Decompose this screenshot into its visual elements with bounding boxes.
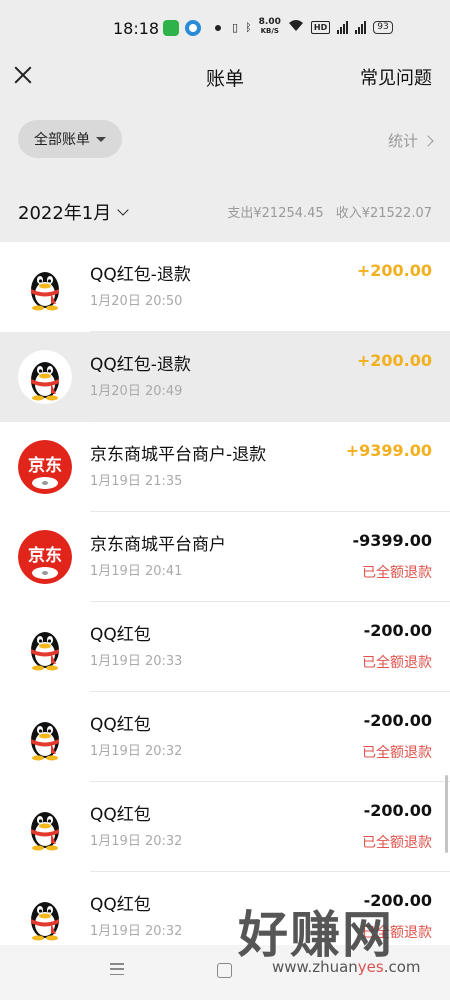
transaction-row[interactable]: QQ红包 1月19日 20:32 -200.00 已全额退款 <box>0 782 450 872</box>
bluetooth-icon: ᛒ <box>245 20 252 34</box>
transaction-title: QQ红包 <box>90 895 151 915</box>
statistics-label: 统计 <box>387 132 418 150</box>
transaction-time: 1月20日 20:49 <box>90 384 183 399</box>
status-bar: 18:18 ▯ ᛒ 8.00 KB/S HD 93 <box>0 0 450 58</box>
refund-status: 已全额退款 <box>362 835 432 851</box>
transaction-time: 1月19日 21:35 <box>90 474 183 489</box>
wifi-icon <box>288 19 304 35</box>
chevron-right-icon <box>422 134 434 147</box>
app-notification-icon <box>163 20 179 36</box>
svg-text:京东: 京东 <box>28 455 62 476</box>
transaction-time: 1月19日 20:32 <box>90 924 183 939</box>
faq-button[interactable]: 常见问题 <box>360 64 432 90</box>
qq-penguin-icon <box>18 620 72 674</box>
transaction-time: 1月19日 20:41 <box>90 564 183 579</box>
watermark-logo: 好赚网 <box>238 906 394 964</box>
transaction-time: 1月19日 20:32 <box>90 834 183 849</box>
transaction-time: 1月19日 20:32 <box>90 744 183 759</box>
svg-text:京东: 京东 <box>28 545 62 566</box>
transaction-title: QQ红包-退款 <box>90 265 191 285</box>
home-icon[interactable] <box>217 963 232 978</box>
statistics-link[interactable]: 统计 <box>387 130 434 151</box>
scrollbar[interactable] <box>445 775 448 853</box>
month-selector[interactable]: 2022年1月 <box>18 199 129 225</box>
transaction-row[interactable]: QQ红包 1月19日 20:33 -200.00 已全额退款 <box>0 602 450 692</box>
hd-badge: HD <box>310 20 331 34</box>
bill-filter-dropdown[interactable]: 全部账单 <box>18 120 122 158</box>
signal-icon-1 <box>337 20 349 34</box>
transaction-title: 京东商城平台商户-退款 <box>90 445 267 465</box>
qq-penguin-icon <box>18 260 72 314</box>
month-summary: 支出¥21254.45 收入¥21522.07 <box>227 202 432 221</box>
month-label: 2022年1月 <box>18 203 112 224</box>
transaction-amount: -9399.00 <box>352 531 432 550</box>
signal-icon-2 <box>355 20 367 34</box>
income-total: 收入¥21522.07 <box>335 206 432 221</box>
transaction-amount: +9399.00 <box>345 441 432 460</box>
transaction-amount: -200.00 <box>363 711 432 730</box>
bill-filter-label: 全部账单 <box>34 132 90 148</box>
transaction-amount: -200.00 <box>363 801 432 820</box>
expense-total: 支出¥21254.45 <box>227 206 324 221</box>
transaction-title: QQ红包 <box>90 805 151 825</box>
qq-penguin-icon <box>18 710 72 764</box>
transaction-amount: +200.00 <box>356 351 432 370</box>
transaction-title: QQ红包-退款 <box>90 355 191 375</box>
refund-status: 已全额退款 <box>362 655 432 671</box>
qq-penguin-icon <box>18 350 72 404</box>
month-header: 2022年1月 支出¥21254.45 收入¥21522.07 <box>0 180 450 242</box>
transaction-time: 1月19日 20:33 <box>90 654 183 669</box>
watermark: 好赚网 www.zhuanyes.com <box>238 895 450 985</box>
jd-logo-icon: 京东 <box>18 440 72 494</box>
refund-status: 已全额退款 <box>362 565 432 581</box>
qq-penguin-icon <box>18 800 72 854</box>
chevron-down-icon <box>117 204 129 216</box>
transaction-row[interactable]: 京东 京东商城平台商户-退款 1月19日 21:35 +9399.00 <box>0 422 450 512</box>
vibrate-icon: ▯ <box>232 20 239 34</box>
transaction-row[interactable]: QQ红包-退款 1月20日 20:49 +200.00 <box>0 332 450 422</box>
battery-icon: 93 <box>373 20 393 34</box>
qq-penguin-icon <box>18 890 72 944</box>
app-notification-icon-2 <box>185 20 201 36</box>
jd-logo-icon: 京东 <box>18 530 72 584</box>
status-time: 18:18 <box>113 19 160 38</box>
refund-status: 已全额退款 <box>362 745 432 761</box>
watermark-url: www.zhuanyes.com <box>272 958 421 976</box>
transaction-row[interactable]: QQ红包 1月19日 20:32 -200.00 已全额退款 <box>0 692 450 782</box>
transaction-title: QQ红包 <box>90 715 151 735</box>
transaction-time: 1月20日 20:50 <box>90 294 183 309</box>
transaction-amount: +200.00 <box>356 261 432 280</box>
transaction-title: QQ红包 <box>90 625 151 645</box>
transaction-amount: -200.00 <box>363 621 432 640</box>
network-speed: 8.00 KB/S <box>258 17 281 36</box>
caret-down-icon <box>96 136 106 142</box>
more-notifications-dot <box>215 25 221 31</box>
transaction-row[interactable]: 京东 京东商城平台商户 1月19日 20:41 -9399.00 已全额退款 <box>0 512 450 602</box>
menu-icon[interactable] <box>110 963 124 975</box>
nav-bar: 账单 常见问题 <box>0 58 450 110</box>
transaction-list: QQ红包-退款 1月20日 20:50 +200.00 QQ红包-退款 1月20日 20… <box>0 242 450 962</box>
transaction-row[interactable]: QQ红包-退款 1月20日 20:50 +200.00 <box>0 242 450 332</box>
transaction-title: 京东商城平台商户 <box>90 535 226 555</box>
